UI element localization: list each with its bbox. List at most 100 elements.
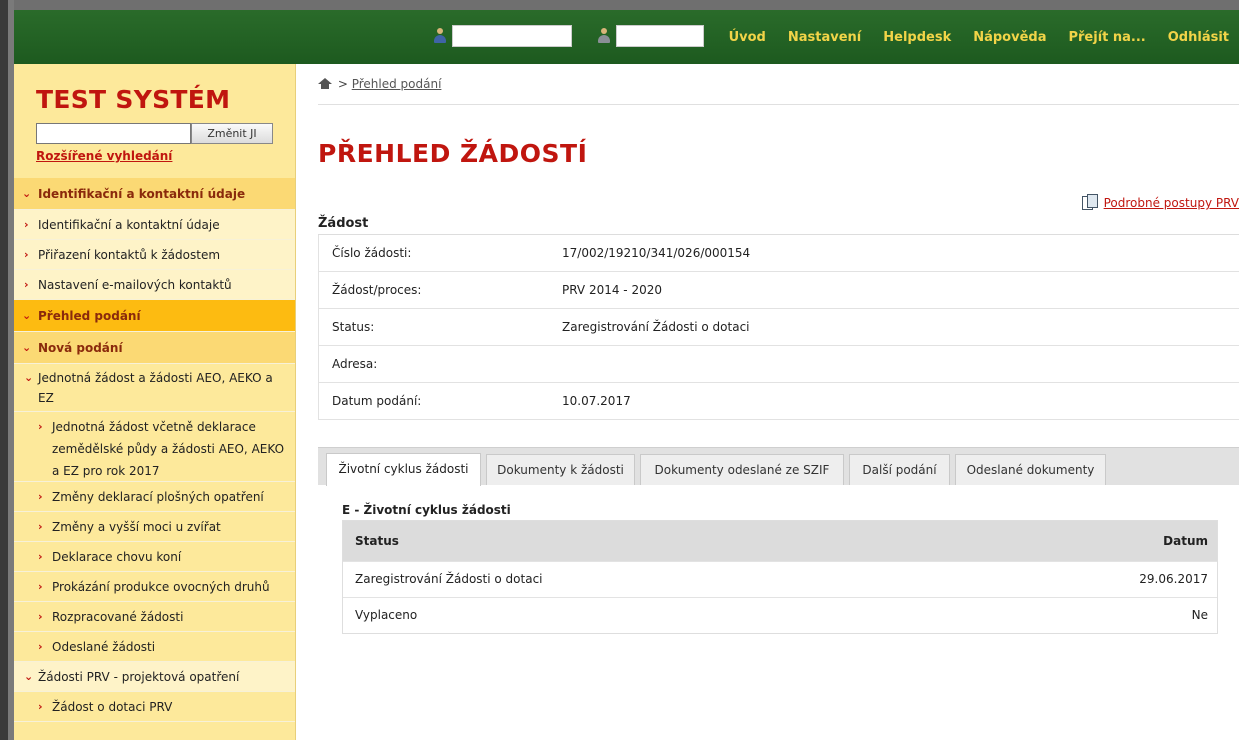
user-role-icon — [596, 28, 612, 44]
sidebar-item-label: Nastavení e-mailových kontaktů — [38, 278, 232, 292]
section-label: Žádost — [318, 216, 369, 231]
sidebar-item-label: Nová podání — [38, 341, 123, 355]
tab-dalsi-podani[interactable]: Další podání — [849, 454, 950, 485]
sidebar-item-zmeny-zvirat[interactable]: › Změny a vyšší moci u zvířat — [14, 512, 295, 542]
table-row: Zaregistrování Žádosti o dotaci 29.06.20… — [343, 561, 1217, 597]
breadcrumb: > Přehled podání — [318, 77, 441, 91]
nav-napoveda[interactable]: Nápověda — [973, 30, 1046, 45]
sidebar-item-label: Přehled podání — [38, 309, 141, 323]
chevron-right-icon: › — [38, 520, 43, 533]
breadcrumb-current[interactable]: Přehled podání — [352, 77, 442, 91]
sidebar-item-rozpracovane[interactable]: › Rozpracované žádosti — [14, 602, 295, 632]
sidebar-item-zadost-prv[interactable]: › Žádost o dotaci PRV — [14, 692, 295, 722]
change-ji-button[interactable]: Změnit JI — [191, 123, 273, 144]
sidebar-item-label: Žádost o dotaci PRV — [52, 700, 173, 714]
detail-value: PRV 2014 - 2020 — [562, 283, 662, 297]
detail-key: Status: — [332, 320, 375, 334]
sidebar-item-nastaveni-emailu[interactable]: › Nastavení e-mailových kontaktů — [14, 270, 295, 300]
main-content: > Přehled podání PŘEHLED ŽÁDOSTÍ Podrobn… — [296, 64, 1239, 740]
sidebar-item-nova-podani[interactable]: ⌄ Nová podání — [14, 332, 295, 364]
sidebar-item-label: Žádosti PRV - projektová opatření — [38, 670, 240, 684]
sidebar-item-label: Deklarace chovu koní — [52, 550, 182, 564]
chevron-right-icon: › — [24, 248, 29, 261]
sidebar-item-zmeny-deklaraci[interactable]: › Změny deklarací plošných opatření — [14, 482, 295, 512]
sidebar-item-jednotna-zadost-2017[interactable]: › Jednotná žádost včetně deklarace zeměd… — [14, 412, 295, 482]
tab-odeslane-dokumenty[interactable]: Odeslané dokumenty — [955, 454, 1106, 485]
advanced-search-link[interactable]: Rozšířené vyhledání — [36, 149, 172, 163]
search-input[interactable] — [36, 123, 191, 144]
chevron-down-icon: ⌄ — [24, 371, 34, 384]
top-bar: Úvod Nastavení Helpdesk Nápověda Přejít … — [14, 10, 1239, 64]
user-field-group — [432, 23, 572, 49]
nav-prejit-na[interactable]: Přejít na... — [1068, 30, 1145, 45]
sidebar: TEST SYSTÉM Změnit JI Rozšířené vyhledán… — [14, 64, 296, 740]
sidebar-item-jednotna-zadost-group[interactable]: ⌄ Jednotná žádost a žádosti AEO, AEKO a … — [14, 364, 295, 412]
role-field-group — [596, 23, 704, 49]
request-details-table: Číslo žádosti: 17/002/19210/341/026/0001… — [318, 234, 1239, 420]
tab-zivotni-cyklus[interactable]: Životní cyklus žádosti — [326, 453, 481, 486]
nav-odhlasit[interactable]: Odhlásit — [1168, 30, 1229, 45]
table-row: Adresa: — [318, 346, 1239, 383]
window-frame-left — [0, 0, 14, 740]
chevron-right-icon: › — [38, 490, 43, 503]
sidebar-item-prirazeni-kontaktu[interactable]: › Přiřazení kontaktů k žádostem — [14, 240, 295, 270]
detail-procedures-link[interactable]: Podrobné postupy PRV — [1081, 194, 1239, 210]
date-cell: 29.06.2017 — [1139, 572, 1208, 586]
documents-icon — [1081, 194, 1098, 210]
column-header-status: Status — [355, 534, 399, 548]
table-row: Žádost/proces: PRV 2014 - 2020 — [318, 272, 1239, 309]
nav-uvod[interactable]: Úvod — [729, 30, 766, 45]
nav-nastaveni[interactable]: Nastavení — [788, 30, 861, 45]
sidebar-item-odeslane[interactable]: › Odeslané žádosti — [14, 632, 295, 662]
sidebar-item-ovocne-druhy[interactable]: › Prokázání produkce ovocných druhů — [14, 572, 295, 602]
window-frame-top — [0, 0, 1239, 10]
tab-dokumenty-k-zadosti[interactable]: Dokumenty k žádosti — [486, 454, 635, 485]
detail-key: Adresa: — [332, 357, 378, 371]
chevron-down-icon: ⌄ — [24, 670, 34, 683]
sidebar-item-identifikacni-udaje[interactable]: ⌄ Identifikační a kontaktní údaje — [14, 178, 295, 210]
sidebar-item-label: Identifikační a kontaktní údaje — [38, 218, 220, 232]
lifecycle-table: Status Datum Zaregistrování Žádosti o do… — [342, 520, 1218, 634]
detail-key: Žádost/proces: — [332, 283, 422, 297]
user-name-box — [452, 25, 572, 47]
chevron-right-icon: › — [38, 550, 43, 563]
column-header-date: Datum — [1163, 534, 1208, 548]
lifecycle-title: E - Životní cyklus žádosti — [342, 503, 511, 517]
home-icon[interactable] — [318, 78, 332, 89]
tab-dokumenty-ze-szif[interactable]: Dokumenty odeslané ze SZIF — [640, 454, 844, 485]
table-row: Vyplaceno Ne — [343, 597, 1217, 633]
date-cell: Ne — [1191, 608, 1208, 622]
chevron-right-icon: › — [24, 218, 29, 231]
system-title: TEST SYSTÉM — [36, 85, 231, 114]
sidebar-item-label: Jednotná žádost včetně deklarace zeměděl… — [52, 420, 285, 478]
sidebar-item-deklarace-koni[interactable]: › Deklarace chovu koní — [14, 542, 295, 572]
sidebar-item-label: Změny a vyšší moci u zvířat — [52, 520, 221, 534]
chevron-right-icon: › — [38, 420, 43, 433]
sidebar-item-identifikacni-kontaktni[interactable]: › Identifikační a kontaktní údaje — [14, 210, 295, 240]
detail-value: 10.07.2017 — [562, 394, 631, 408]
chevron-right-icon: › — [24, 278, 29, 291]
table-row: Status: Zaregistrování Žádosti o dotaci — [318, 309, 1239, 346]
search-row: Změnit JI — [36, 123, 273, 144]
sidebar-item-prehled-podani[interactable]: ⌄ Přehled podání — [14, 300, 295, 332]
page-title: PŘEHLED ŽÁDOSTÍ — [318, 139, 588, 168]
table-row: Datum podání: 10.07.2017 — [318, 383, 1239, 420]
sidebar-item-label: Rozpracované žádosti — [52, 610, 184, 624]
sidebar-item-label: Změny deklarací plošných opatření — [52, 490, 264, 504]
chevron-down-icon: ⌄ — [22, 309, 32, 322]
detail-key: Číslo žádosti: — [332, 246, 412, 260]
table-header: Status Datum — [343, 521, 1217, 561]
chevron-right-icon: › — [38, 580, 43, 593]
sidebar-item-label: Jednotná žádost a žádosti AEO, AEKO a EZ — [38, 371, 273, 405]
detail-key: Datum podání: — [332, 394, 422, 408]
divider — [318, 104, 1239, 105]
user-role-box — [616, 25, 704, 47]
table-row: Číslo žádosti: 17/002/19210/341/026/0001… — [318, 235, 1239, 272]
status-cell: Zaregistrování Žádosti o dotaci — [355, 572, 543, 586]
sidebar-item-zadosti-prv[interactable]: ⌄ Žádosti PRV - projektová opatření — [14, 662, 295, 692]
sidebar-item-label: Identifikační a kontaktní údaje — [38, 187, 246, 201]
chevron-right-icon: › — [38, 610, 43, 623]
sidebar-item-label: Prokázání produkce ovocných druhů — [52, 580, 270, 594]
chevron-right-icon: › — [38, 640, 43, 653]
nav-helpdesk[interactable]: Helpdesk — [883, 30, 951, 45]
